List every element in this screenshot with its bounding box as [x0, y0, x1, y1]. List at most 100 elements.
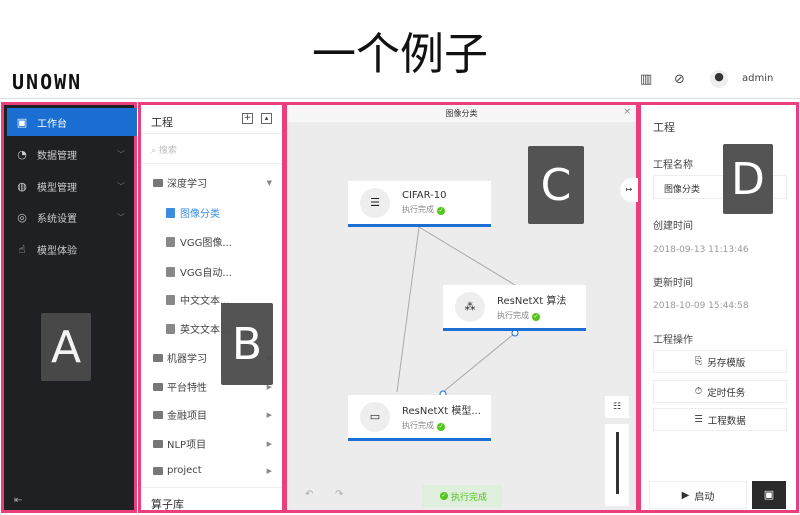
tree-folder[interactable]: 金融项目 ▶ [153, 407, 278, 422]
chevron-down-icon: ﹀ [117, 212, 125, 222]
name-label: 工程名称 [653, 160, 693, 171]
check-icon: ✓ [437, 423, 445, 431]
edge [442, 332, 516, 393]
layout-icon[interactable]: ☷ [605, 396, 629, 418]
node-resnetxt-model[interactable]: ▭ ResNetXt 模型... 执行完成 ✓ [348, 395, 491, 441]
zoom-slider-track[interactable] [615, 432, 619, 494]
expand-panel-icon[interactable]: ↦ [620, 178, 638, 202]
monitor-icon: ▣ [16, 115, 28, 129]
tree-folder[interactable]: NLP项目 ▶ [153, 436, 278, 451]
document-icon [166, 294, 175, 305]
tree-label: 图像分类 [180, 209, 220, 220]
collapse-all-icon[interactable]: ▴ [261, 113, 272, 124]
folder-icon [153, 439, 163, 448]
tree-label: 深度学习 [167, 179, 207, 190]
scheduled-task-button[interactable]: ⏱ 定时任务 [653, 380, 787, 403]
start-button[interactable]: ▶ 启动 [649, 481, 747, 509]
caret-right-icon: ▶ [266, 466, 272, 475]
layers-icon: ☰ [360, 187, 390, 218]
save-template-button[interactable]: ⎘ 另存模版 [653, 350, 787, 373]
pie-chart-icon: ◔ [17, 147, 27, 161]
updated-label: 更新时间 [653, 278, 693, 289]
tree-item-selected[interactable]: 图像分类 [166, 205, 291, 220]
ops-label: 工程操作 [653, 335, 693, 346]
sidebar: ▣ 工作台 ◔ 数据管理 ﹀ ◍ 模型管理 ﹀ ◎ 系统设置 ﹀ ☝ 模型体验 ⇤ A [1, 102, 137, 513]
created-label: 创建时间 [653, 221, 693, 232]
tree-label: 机器学习 [167, 354, 207, 365]
node-name: CIFAR-10 [402, 190, 447, 201]
bar-chart-icon[interactable]: ▥ [640, 72, 652, 87]
redo-icon[interactable]: ↷ [335, 489, 343, 500]
overlay-label-b: B [221, 303, 273, 385]
save-button[interactable]: ▣ [752, 481, 786, 509]
project-data-button[interactable]: ☰ 工程数据 [653, 408, 787, 431]
project-details-panel: 工程 工程名称 图像分类 创建时间 2018-09-13 11:13:46 更新… [638, 102, 799, 513]
tree-folder[interactable]: project ▶ [153, 465, 278, 476]
tree-item[interactable]: VGG图像... [166, 234, 291, 249]
node-cifar10[interactable]: ☰ CIFAR-10 执行完成 ✓ [348, 181, 491, 227]
collapse-icon[interactable]: ⇤ [14, 495, 22, 506]
button-label: 另存模版 [707, 357, 746, 369]
document-icon [166, 323, 175, 334]
layers-icon: ☰ [694, 414, 703, 425]
folder-icon [153, 382, 163, 391]
settings-icon: ◎ [17, 210, 27, 224]
divider [141, 487, 282, 488]
button-label: 启动 [694, 491, 715, 503]
divider [141, 163, 282, 164]
panel-title: 工程 [151, 116, 173, 129]
status-text: 执行完成 [450, 492, 487, 503]
globe-icon: ◍ [17, 179, 27, 193]
edge [396, 226, 420, 393]
add-icon[interactable]: + [242, 113, 253, 124]
folder-icon [153, 178, 163, 187]
activity-icon[interactable]: ⊘ [674, 72, 685, 87]
user-avatar-icon[interactable]: ● [710, 70, 728, 88]
node-name: ResNetXt 模型... [402, 406, 481, 417]
sidebar-item-experience[interactable]: ☝ 模型体验 [7, 235, 137, 263]
undo-icon[interactable]: ↶ [305, 489, 313, 500]
workflow-canvas[interactable]: 图像分类 × ☰ CIFAR-10 执行完成 ✓ ⁂ ResNetXt 算法 执行完成 ✓ … [284, 102, 639, 513]
document-icon [166, 236, 175, 247]
chevron-down-icon: ﹀ [117, 181, 125, 191]
sidebar-item-workbench[interactable]: ▣ 工作台 [7, 108, 137, 136]
user-name[interactable]: admin [742, 73, 773, 84]
tree-label: project [167, 465, 202, 476]
folder-icon [153, 410, 163, 419]
overlay-label-c: C [528, 146, 584, 224]
edge [418, 226, 516, 286]
operator-library[interactable]: 算子库 [151, 496, 184, 512]
timer-icon: ⏱ [694, 386, 703, 397]
updated-value: 2018-10-09 15:44:58 [653, 301, 749, 311]
node-name: ResNetXt 算法 [497, 296, 567, 307]
tree-folder[interactable]: 深度学习 ▼ [153, 175, 278, 190]
search-input[interactable]: ⌕ 搜索 [151, 143, 177, 156]
panel-title: 工程 [653, 121, 675, 134]
document-icon [166, 207, 175, 218]
caret-down-icon: ▼ [266, 178, 272, 187]
project-panel: 工程 + ▴ ⌕ 搜索 深度学习 ▼ 图像分类 VGG图像... VGG自动...… [138, 102, 285, 513]
caret-right-icon: ▶ [266, 410, 272, 419]
tree-label: 平台特性 [167, 383, 207, 394]
sidebar-item-data[interactable]: ◔ 数据管理 ﹀ [7, 140, 137, 168]
sidebar-item-label: 模型体验 [37, 245, 77, 257]
search-icon: ⌕ [151, 146, 159, 156]
sidebar-item-models[interactable]: ◍ 模型管理 ﹀ [7, 172, 137, 200]
button-label: 定时任务 [707, 387, 746, 399]
folder-icon [153, 466, 163, 475]
logo: UNOWN [12, 70, 83, 94]
button-label: 工程数据 [707, 415, 746, 427]
folder-icon [153, 353, 163, 362]
tree-item[interactable]: VGG自动... [166, 264, 291, 279]
check-icon: ✓ [439, 492, 448, 500]
document-icon [166, 266, 175, 277]
node-status: 执行完成 [402, 421, 434, 430]
sidebar-item-settings[interactable]: ◎ 系统设置 ﹀ [7, 203, 137, 231]
node-resnetxt-algorithm[interactable]: ⁂ ResNetXt 算法 执行完成 ✓ [443, 285, 586, 331]
run-status-badge: ✓ 执行完成 [422, 485, 502, 507]
window-icon: ▭ [360, 401, 390, 432]
zoom-slider[interactable] [605, 424, 629, 506]
tree-label: VGG图像... [180, 238, 232, 249]
tree-label: NLP项目 [167, 440, 207, 451]
check-icon: ✓ [437, 207, 445, 215]
